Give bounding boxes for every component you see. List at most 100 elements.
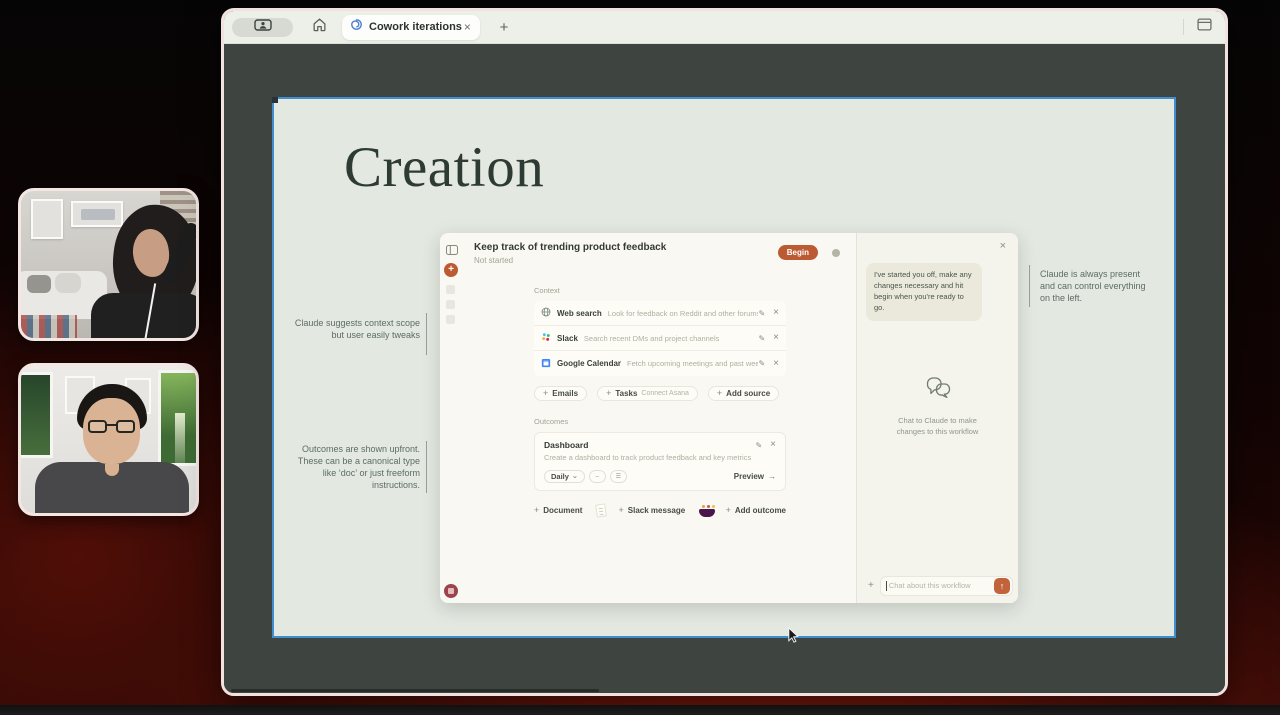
close-icon[interactable]: ×: [1000, 241, 1006, 252]
remove-icon[interactable]: ×: [770, 440, 776, 450]
send-button[interactable]: ↑: [994, 578, 1010, 594]
selection-handle[interactable]: [272, 97, 278, 103]
add-document-button[interactable]: + Document: [534, 506, 582, 515]
add-tasks-button[interactable]: + Tasks Connect Asana: [597, 386, 698, 401]
context-rows: Web search Look for feedback on Reddit a…: [534, 301, 786, 376]
slack-icon: [541, 329, 551, 347]
source-description: Search recent DMs and project channels: [584, 334, 720, 343]
slide[interactable]: Creation Claude suggests context scope b…: [272, 97, 1176, 638]
chat-input[interactable]: Chat about this workflow ↑: [880, 576, 1013, 596]
outcome-title: Dashboard: [544, 440, 755, 450]
globe-icon: [541, 304, 551, 322]
window-list-button[interactable]: [1197, 18, 1212, 36]
new-workflow-button[interactable]: +: [444, 263, 458, 277]
context-section-label: Context: [534, 286, 786, 295]
tab-close-icon[interactable]: ×: [462, 21, 473, 33]
settings-icon[interactable]: [832, 249, 840, 257]
wall-picture-right: [158, 370, 199, 466]
chevron-down-icon: ⌄: [572, 475, 578, 479]
outcomes-section-label: Outcomes: [534, 417, 786, 426]
plus-icon: +: [619, 506, 624, 515]
home-button[interactable]: [309, 17, 329, 37]
outcome-option-list-icon[interactable]: ☰: [610, 470, 627, 483]
google-calendar-icon: [541, 355, 551, 373]
tabbar-divider: [1183, 19, 1184, 35]
source-name: Web search: [557, 309, 602, 318]
panel-toggle-icon[interactable]: [446, 242, 458, 260]
frequency-dropdown[interactable]: Daily ⌄: [544, 470, 585, 483]
edit-icon[interactable]: ✎: [758, 309, 765, 318]
chat-empty-state: Chat to Claude to make changes to this w…: [888, 416, 988, 437]
annotation-claude: Claude is always present and can control…: [1040, 268, 1156, 304]
wall-picture-left: [18, 372, 53, 458]
edit-icon[interactable]: ✎: [755, 441, 762, 450]
add-slack-message-button[interactable]: + Slack message: [619, 506, 686, 515]
assistant-message: I've started you off, make any changes n…: [866, 263, 982, 321]
screen-share-icon: [254, 18, 272, 36]
context-row-google-calendar[interactable]: Google Calendar Fetch upcoming meetings …: [534, 351, 786, 376]
rug: [21, 315, 77, 341]
begin-button[interactable]: Begin: [778, 245, 818, 260]
plus-icon: +: [606, 389, 611, 398]
remove-icon[interactable]: ×: [773, 308, 779, 318]
outcome-card-dashboard[interactable]: Dashboard ✎ × Create a dashboard to trac…: [534, 432, 786, 491]
wall-frame: [31, 199, 63, 239]
outcome-description: Create a dashboard to track product feed…: [544, 453, 776, 462]
workflow-mockup: + Keep track of trending product feedbac…: [440, 233, 1018, 603]
tab-cowork-iterations[interactable]: Cowork iterations ×: [342, 15, 480, 40]
add-source-button[interactable]: + Add source: [708, 386, 779, 401]
sidebar-item-placeholder[interactable]: [446, 300, 455, 309]
remove-icon[interactable]: ×: [773, 359, 779, 369]
connect-asana-hint: Connect Asana: [641, 390, 688, 397]
tab-title: Cowork iterations: [369, 21, 462, 33]
edit-icon[interactable]: ✎: [758, 334, 765, 343]
plus-icon: +: [543, 389, 548, 398]
annotation-rule: [426, 441, 427, 493]
pillow: [27, 275, 51, 293]
avatar[interactable]: [444, 584, 458, 598]
preview-button[interactable]: Preview →: [734, 472, 776, 481]
annotation-context: Claude suggests context scope but user e…: [294, 317, 420, 341]
edit-icon[interactable]: ✎: [758, 359, 765, 368]
outcome-option-dash-icon[interactable]: –: [589, 470, 606, 483]
attach-button[interactable]: +: [862, 580, 880, 591]
plus-icon: +: [726, 506, 731, 515]
glasses: [88, 420, 135, 434]
document-icon: [596, 503, 608, 517]
participant-video-bottom[interactable]: [18, 363, 199, 516]
context-row-slack[interactable]: Slack Search recent DMs and project chan…: [534, 326, 786, 351]
chat-bubbles-icon: [923, 388, 953, 405]
annotation-rule: [426, 313, 427, 355]
browser-window: Cowork iterations × + Creation Claude su…: [221, 8, 1228, 696]
browser-tab-bar: Cowork iterations × +: [224, 11, 1225, 44]
annotation-rule: [1029, 265, 1030, 307]
add-emails-button[interactable]: + Emails: [534, 386, 587, 401]
source-description: Fetch upcoming meetings and past week: [627, 359, 758, 368]
workflow-main: Keep track of trending product feedback …: [463, 233, 856, 603]
plus-icon: +: [534, 506, 539, 515]
context-row-web-search[interactable]: Web search Look for feedback on Reddit a…: [534, 301, 786, 326]
screen-share-button[interactable]: [232, 18, 293, 37]
canvas[interactable]: Creation Claude suggests context scope b…: [224, 44, 1225, 695]
remove-icon[interactable]: ×: [773, 333, 779, 343]
add-outcome-button[interactable]: + Add outcome: [726, 506, 786, 515]
horizontal-scrollbar[interactable]: [231, 689, 599, 692]
mouse-cursor-icon: [786, 627, 801, 644]
wall-frame: [71, 201, 123, 227]
new-tab-button[interactable]: +: [494, 19, 514, 36]
slack-message-icon: [699, 505, 713, 517]
sidebar-item-placeholder[interactable]: [446, 315, 455, 324]
sidebar-item-placeholder[interactable]: [446, 285, 455, 294]
arrow-right-icon: →: [768, 472, 776, 481]
pillow: [55, 273, 81, 293]
claude-chat-panel: × I've started you off, make any changes…: [856, 233, 1018, 603]
tab-logo-icon: [350, 18, 363, 36]
mockup-sidebar: +: [440, 233, 463, 603]
annotation-outcomes: Outcomes are shown upfront. These can be…: [282, 443, 420, 492]
slide-heading: Creation: [344, 135, 544, 200]
participant-video-top[interactable]: [18, 188, 199, 341]
text-caret: [886, 581, 887, 591]
video-letterbox: [0, 705, 1280, 715]
workflow-title: Keep track of trending product feedback: [474, 242, 666, 253]
source-name: Slack: [557, 334, 578, 343]
